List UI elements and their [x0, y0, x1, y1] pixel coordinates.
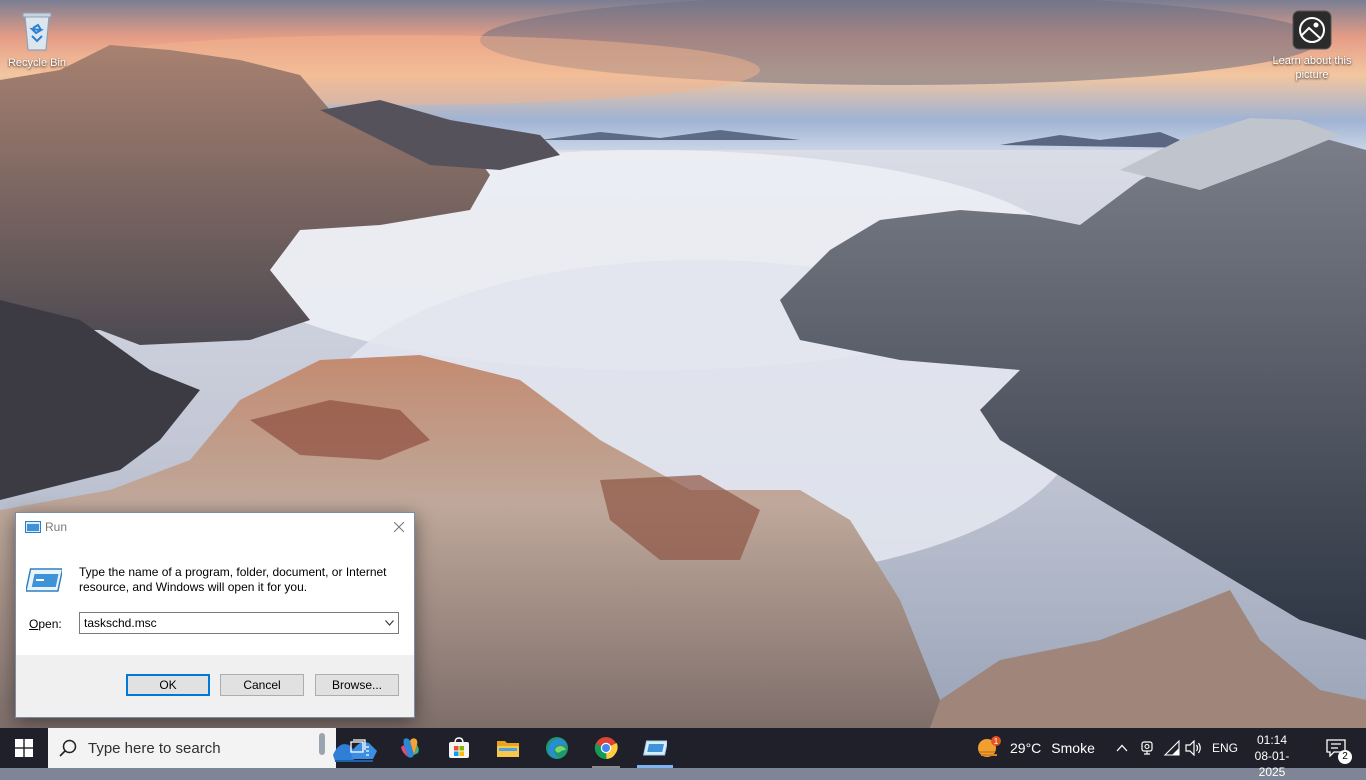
run-dialog-title: Run [45, 520, 68, 534]
browse-button[interactable]: Browse... [315, 674, 399, 696]
taskbar: Type here to search 1 29°C Smoke ENG 01:… [0, 728, 1366, 779]
clock-time: 01:14 [1256, 733, 1288, 747]
dropdown-button[interactable] [381, 614, 397, 632]
meet-now-button[interactable] [1137, 738, 1157, 758]
recycle-bin-label: Recycle Bin [7, 57, 67, 69]
run-dialog-footer: OK Cancel Browse... [16, 655, 414, 717]
notification-count-badge: 2 [1338, 750, 1352, 764]
start-button[interactable] [0, 728, 48, 768]
clock-date: 08-01-2025 [1254, 749, 1290, 779]
close-button[interactable] [384, 513, 414, 541]
cancel-button[interactable]: Cancel [220, 674, 304, 696]
run-titlebar[interactable]: Run [16, 513, 414, 541]
search-icon [59, 739, 77, 757]
run-dialog: Run Type the name of a program, folder, … [15, 512, 415, 718]
learn-about-picture-label: Learn about this picture [1272, 55, 1352, 81]
speaker-icon [1185, 740, 1201, 756]
windows-logo-icon [15, 739, 33, 757]
clock[interactable]: 01:14 08-01-2025 [1242, 732, 1302, 780]
volume-button[interactable] [1184, 738, 1204, 758]
weather-temperature: 29°C [1010, 740, 1042, 756]
weather-widget[interactable]: 1 29°C Smoke [976, 728, 1095, 768]
run-description: Type the name of a program, folder, docu… [79, 565, 387, 594]
run-icon [643, 740, 667, 756]
recycle-bin-icon [22, 12, 52, 51]
input-language-indicator[interactable]: ENG [1212, 741, 1238, 755]
open-label-mnemonic: O [29, 617, 39, 631]
run-command-input[interactable] [84, 615, 374, 631]
file-explorer-app-button[interactable] [484, 728, 532, 768]
weather-condition: Smoke [1051, 740, 1095, 756]
search-placeholder: Type here to search [88, 740, 221, 757]
copilot-app-button[interactable] [386, 728, 434, 768]
network-button[interactable] [1162, 738, 1182, 758]
notification-center-button[interactable]: 2 [1316, 728, 1356, 768]
run-app-icon [26, 568, 62, 592]
file-explorer-icon [497, 741, 519, 757]
show-hidden-icons-button[interactable] [1112, 738, 1132, 758]
open-label-text: pen: [38, 617, 62, 631]
copilot-icon [401, 738, 419, 758]
run-command-combobox[interactable] [79, 612, 399, 634]
close-icon [394, 522, 404, 532]
chrome-icon [594, 737, 618, 760]
learn-about-picture-shortcut[interactable]: Learn about this picture [1272, 10, 1352, 82]
microsoft-store-icon [449, 737, 469, 758]
task-view-icon [350, 739, 369, 756]
weather-alert-count: 1 [994, 737, 999, 746]
run-app-button[interactable] [631, 728, 679, 768]
recycle-bin-shortcut[interactable]: Recycle Bin [0, 8, 77, 70]
chrome-app-button[interactable] [582, 728, 630, 768]
run-title-icon [25, 521, 41, 533]
weather-smoke-icon: 1 [978, 736, 1001, 757]
open-label: Open: [29, 617, 62, 631]
camera-icon [1141, 741, 1153, 755]
chevron-up-icon [1116, 744, 1128, 752]
chevron-down-icon [384, 620, 394, 626]
microsoft-store-app-button[interactable] [435, 728, 483, 768]
task-view-button[interactable] [336, 728, 384, 768]
taskbar-search-box[interactable]: Type here to search [48, 728, 377, 768]
edge-icon [546, 737, 568, 759]
learn-about-picture-icon [1292, 10, 1332, 50]
run-dialog-body: Type the name of a program, folder, docu… [16, 541, 414, 655]
edge-app-button[interactable] [533, 728, 581, 768]
ok-button[interactable]: OK [126, 674, 210, 696]
wifi-icon [1163, 740, 1180, 756]
